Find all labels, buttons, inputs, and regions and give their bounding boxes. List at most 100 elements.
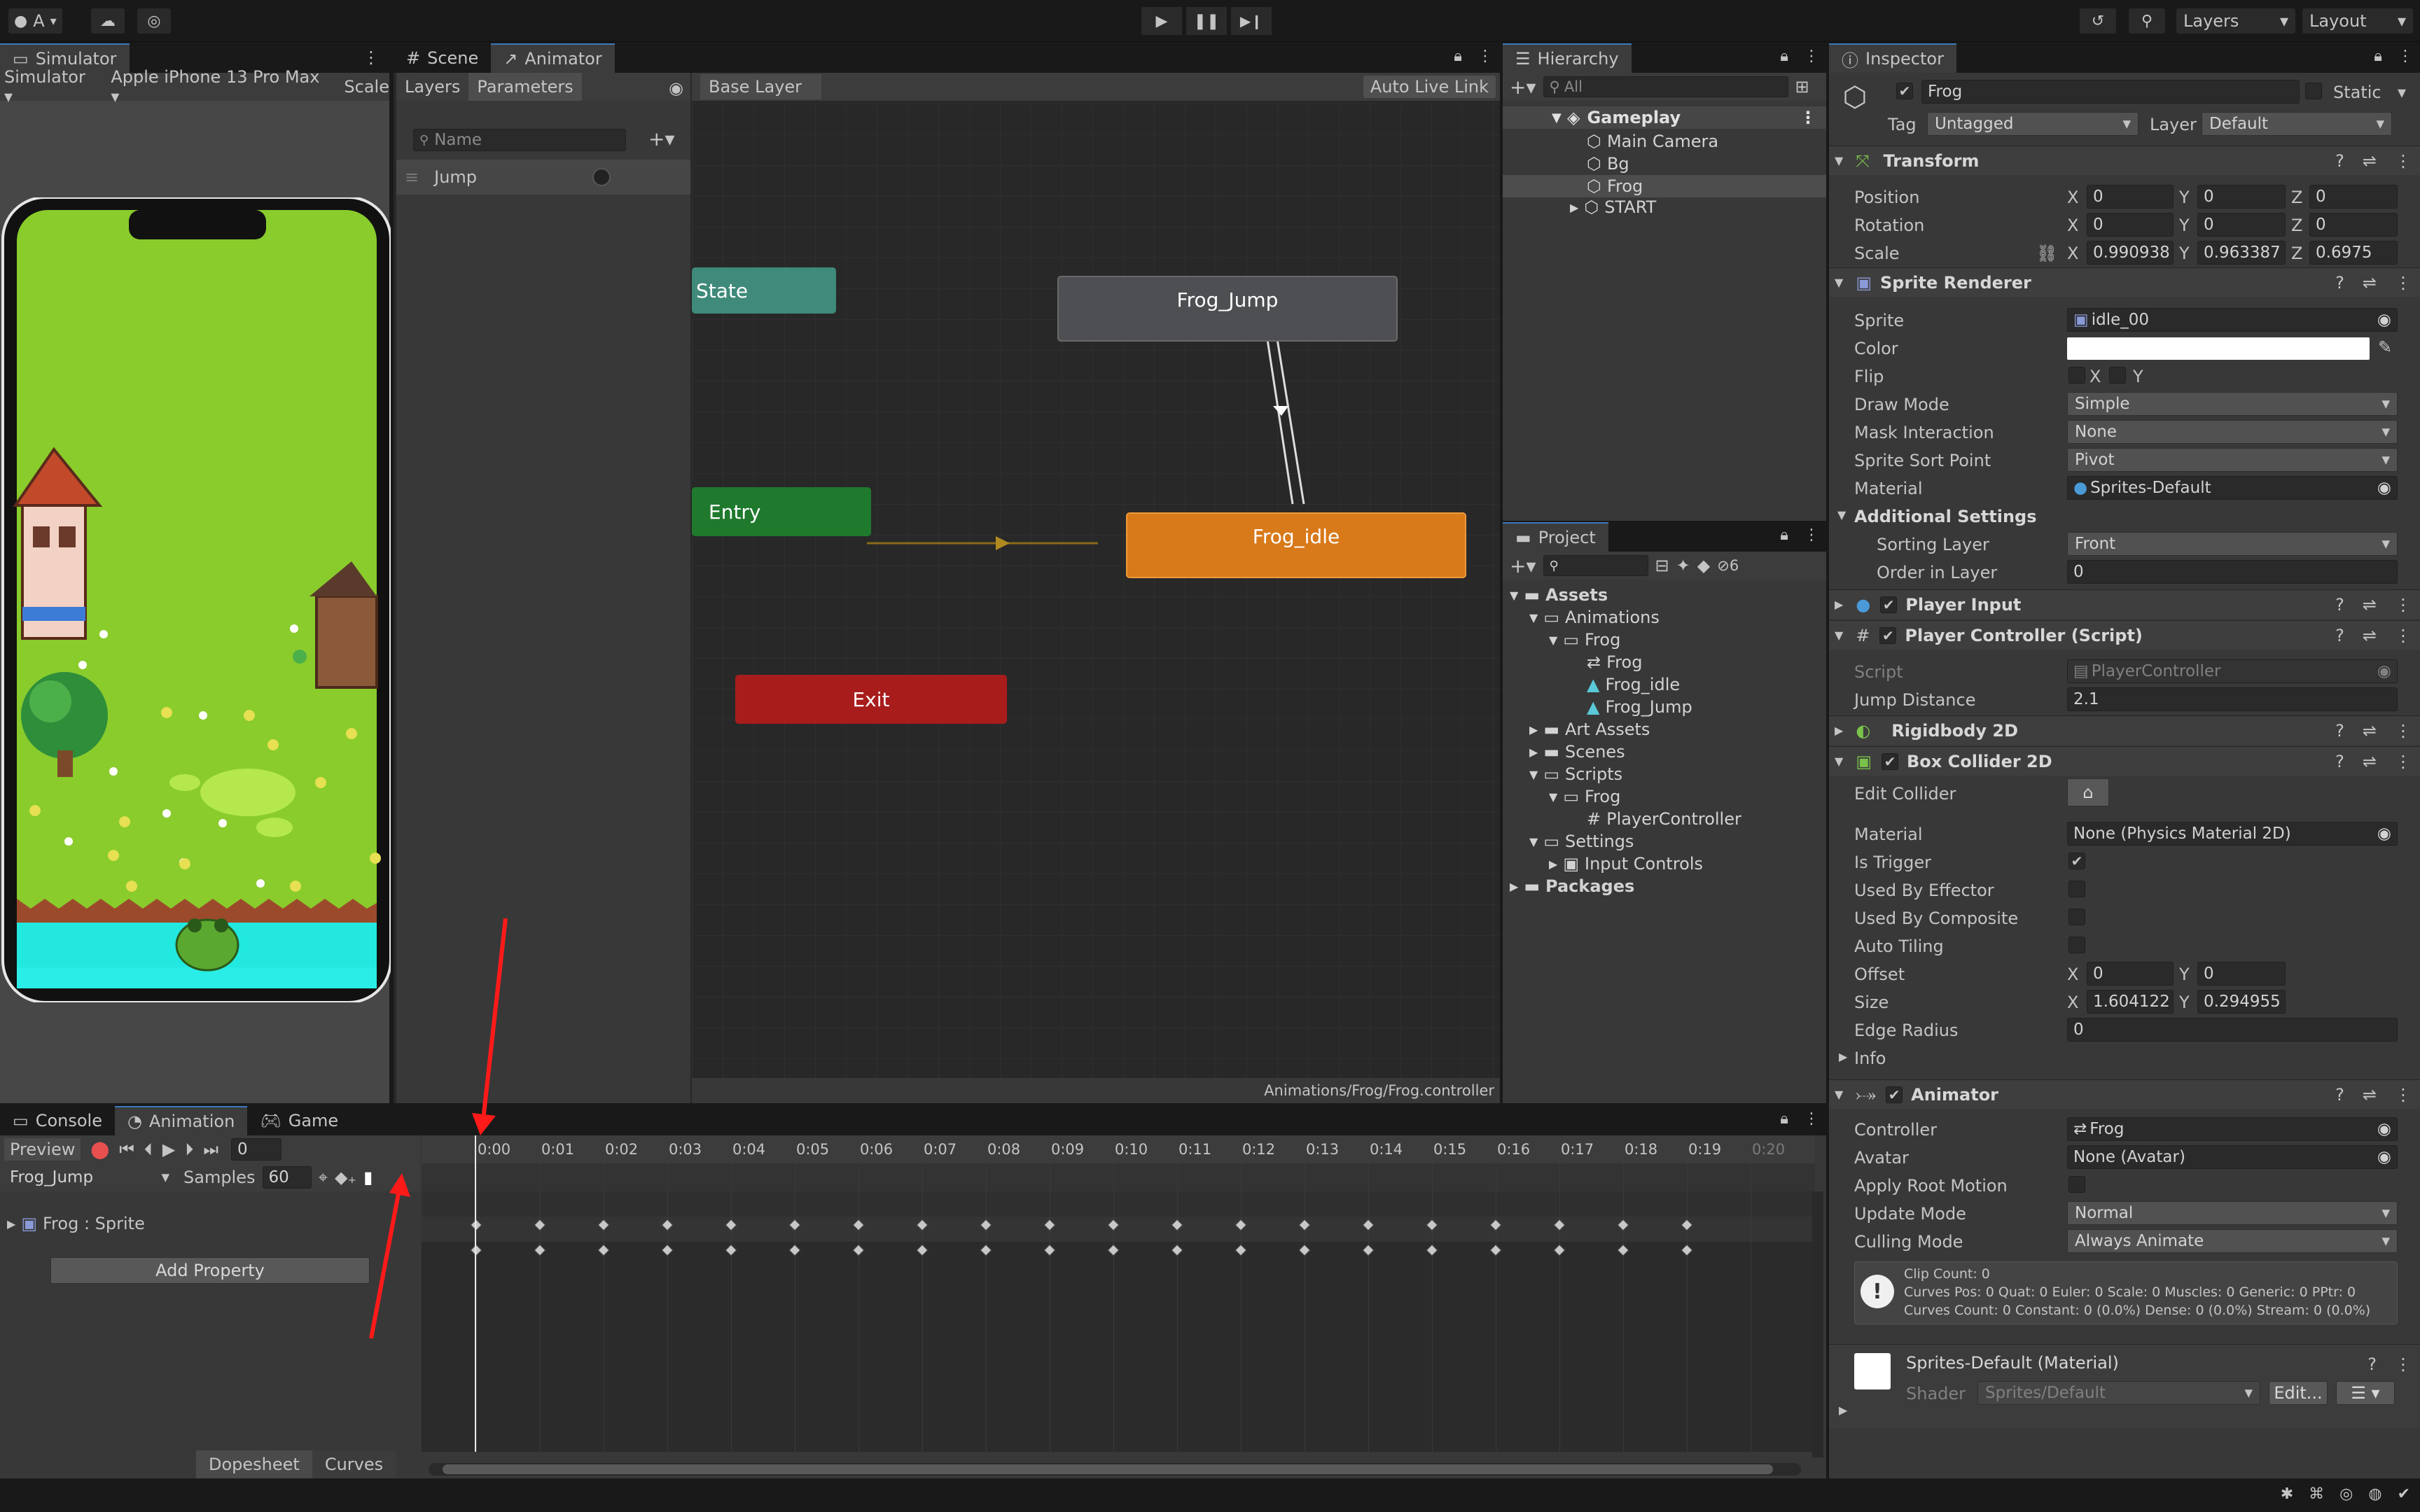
player-input-header[interactable]: ▶ ● ✔ Player Input ? ⇌ ⋮ [1829,589,2420,619]
player-controller-enabled-checkbox[interactable]: ✔ [1879,626,1897,644]
collab-icon[interactable]: ◎ [137,8,171,34]
keyframe[interactable] [852,1219,865,1231]
hierarchy-item-bg[interactable]: ⬡ Bg [1587,154,1629,174]
scale-x-field[interactable]: 0.990938 [2087,241,2174,265]
keyframe[interactable] [1171,1219,1183,1231]
layers-dropdown[interactable]: Layers ▾ [2176,8,2295,34]
keyframe[interactable] [534,1219,546,1231]
edit-shader-button[interactable]: Edit... [2269,1381,2328,1405]
trigger-radio[interactable] [592,168,611,186]
more-icon[interactable]: ⋮ [2395,1085,2412,1105]
record-icon[interactable]: ⬤ [90,1140,109,1159]
culling-mode-dropdown[interactable]: Always Animate [2067,1229,2398,1253]
layout-dropdown[interactable]: Layout ▾ [2302,8,2413,34]
expand-icon[interactable]: ▼ [1529,835,1538,848]
offset-x-field[interactable]: 0 [2087,962,2174,986]
keyframe[interactable] [1426,1219,1438,1231]
object-picker-icon[interactable]: ◉ [2377,825,2391,843]
add-icon[interactable]: +▾ [1510,76,1536,99]
play-icon[interactable]: ▶ [1141,7,1182,35]
add-event-icon[interactable]: ▮ [363,1168,373,1187]
more-icon[interactable]: ⋮ [1800,108,1816,127]
node-entry[interactable]: Entry [692,487,871,536]
tab-layers[interactable]: Layers [396,73,468,101]
lock-icon[interactable]: 🔒︎ [2374,48,2382,65]
device-dropdown[interactable]: Apple iPhone 13 Pro Max ▾ [111,67,331,106]
keyframe[interactable] [1681,1244,1693,1256]
node-frog-jump[interactable]: Frog_Jump [1057,276,1398,342]
keyframe[interactable] [1489,1244,1502,1256]
used-by-composite-checkbox[interactable] [2068,909,2085,925]
shader-dropdown[interactable]: Sprites/Default [1977,1381,2260,1405]
position-y-field[interactable]: 0 [2197,185,2286,209]
edit-collider-button[interactable]: ⌂ [2067,778,2109,806]
expand-icon[interactable]: ▼ [1835,1088,1843,1101]
expand-icon[interactable]: ▼ [1835,629,1843,642]
expand-icon[interactable]: ▼ [1549,634,1557,647]
game-view[interactable] [1,196,392,1004]
more-icon[interactable]: ⋮ [1804,526,1819,544]
keyframe[interactable] [1681,1219,1693,1231]
project-art-assets[interactable]: ▶ ▬ Art Assets [1529,720,1650,739]
help-icon[interactable]: ? [2335,752,2344,771]
used-by-effector-checkbox[interactable] [2068,881,2085,897]
keyframe[interactable] [534,1244,546,1256]
project-settings[interactable]: ▼ ▭ Settings [1529,832,1634,851]
clip-dropdown[interactable]: Frog_Jump [3,1166,176,1189]
help-icon[interactable]: ? [2367,1354,2377,1374]
filter-icon[interactable]: ⌖ [319,1168,328,1187]
drag-handle-icon[interactable]: ≡ [405,167,419,187]
project-packages[interactable]: ▶ ▬ Packages [1510,876,1634,896]
prev-key-icon[interactable]: ⏴ [144,1140,153,1159]
shader-options-button[interactable]: ☰ ▾ [2336,1381,2395,1405]
keyframe[interactable] [1107,1219,1120,1231]
play-icon[interactable]: ▶ [162,1140,175,1159]
keyframe[interactable] [1617,1219,1629,1231]
animator-graph[interactable]: Base Layer Auto Live Link State Entry Ex… [692,73,1500,1130]
help-icon[interactable]: ? [2335,721,2344,741]
rigidbody-header[interactable]: ▶ ◐ Rigidbody 2D ? ⇌ ⋮ [1829,715,2420,745]
gameobject-icon[interactable]: ⬡ [1837,80,1872,115]
keyframe[interactable] [661,1244,674,1256]
object-picker-icon[interactable]: ◉ [2377,311,2391,329]
color-swatch[interactable] [2067,337,2370,360]
keyframe[interactable] [1362,1219,1375,1231]
position-x-field[interactable]: 0 [2087,185,2174,209]
flip-y-checkbox[interactable] [2109,367,2126,384]
keyframe[interactable] [725,1219,737,1231]
search-by-label-icon[interactable]: ✦ [1676,556,1690,575]
expand-icon[interactable]: ▼ [1529,611,1538,624]
more-icon[interactable]: ⋮ [2395,721,2412,741]
check-icon[interactable]: ✔ [2398,1485,2410,1503]
expand-icon[interactable]: ▼ [1835,276,1843,289]
node-frog-idle[interactable]: Frog_idle [1126,512,1466,578]
auto-live-link-button[interactable]: Auto Live Link [1363,76,1496,98]
expand-icon[interactable]: ▶ [1839,1404,1847,1417]
order-in-layer-field[interactable]: 0 [2067,560,2398,584]
apply-root-motion-checkbox[interactable] [2068,1176,2085,1193]
update-mode-dropdown[interactable]: Normal [2067,1201,2398,1225]
project-frog-idle-clip[interactable]: ▲ Frog_idle [1587,675,1680,694]
timeline-scrollbar[interactable] [429,1463,1801,1476]
tab-dopesheet[interactable]: Dopesheet [196,1450,312,1478]
box-collider-header[interactable]: ▼ ▣ ✔ Box Collider 2D ? ⇌ ⋮ [1829,746,2420,776]
expand-icon[interactable]: ▶ [1835,598,1843,611]
size-y-field[interactable]: 0.294955 [2197,990,2286,1014]
expand-icon[interactable]: ▶ [1835,724,1843,737]
search-icon[interactable]: ⚲ [2129,8,2165,34]
rotation-z-field[interactable]: 0 [2309,213,2398,237]
search-by-type-icon[interactable]: ⊟ [1655,556,1669,575]
keyframe[interactable] [1617,1244,1629,1256]
timeline-scroll-thumb[interactable] [443,1464,1773,1474]
more-icon[interactable]: ⋮ [2395,151,2412,171]
box-collider-enabled-checkbox[interactable]: ✔ [1882,752,1898,770]
more-icon[interactable]: ⋮ [2395,273,2412,293]
tab-scene[interactable]: # Scene [394,43,491,73]
preset-icon[interactable]: ⇌ [2363,1085,2377,1105]
history-icon[interactable]: ↺ [2080,8,2116,34]
hierarchy-search-input[interactable]: ⚲ All [1543,76,1788,97]
expand-icon[interactable]: ▶ [1529,746,1538,759]
layer-dropdown[interactable]: Default [2202,112,2392,136]
expand-icon[interactable]: ▼ [1835,755,1843,768]
info-label[interactable]: Info [1854,1049,1886,1068]
